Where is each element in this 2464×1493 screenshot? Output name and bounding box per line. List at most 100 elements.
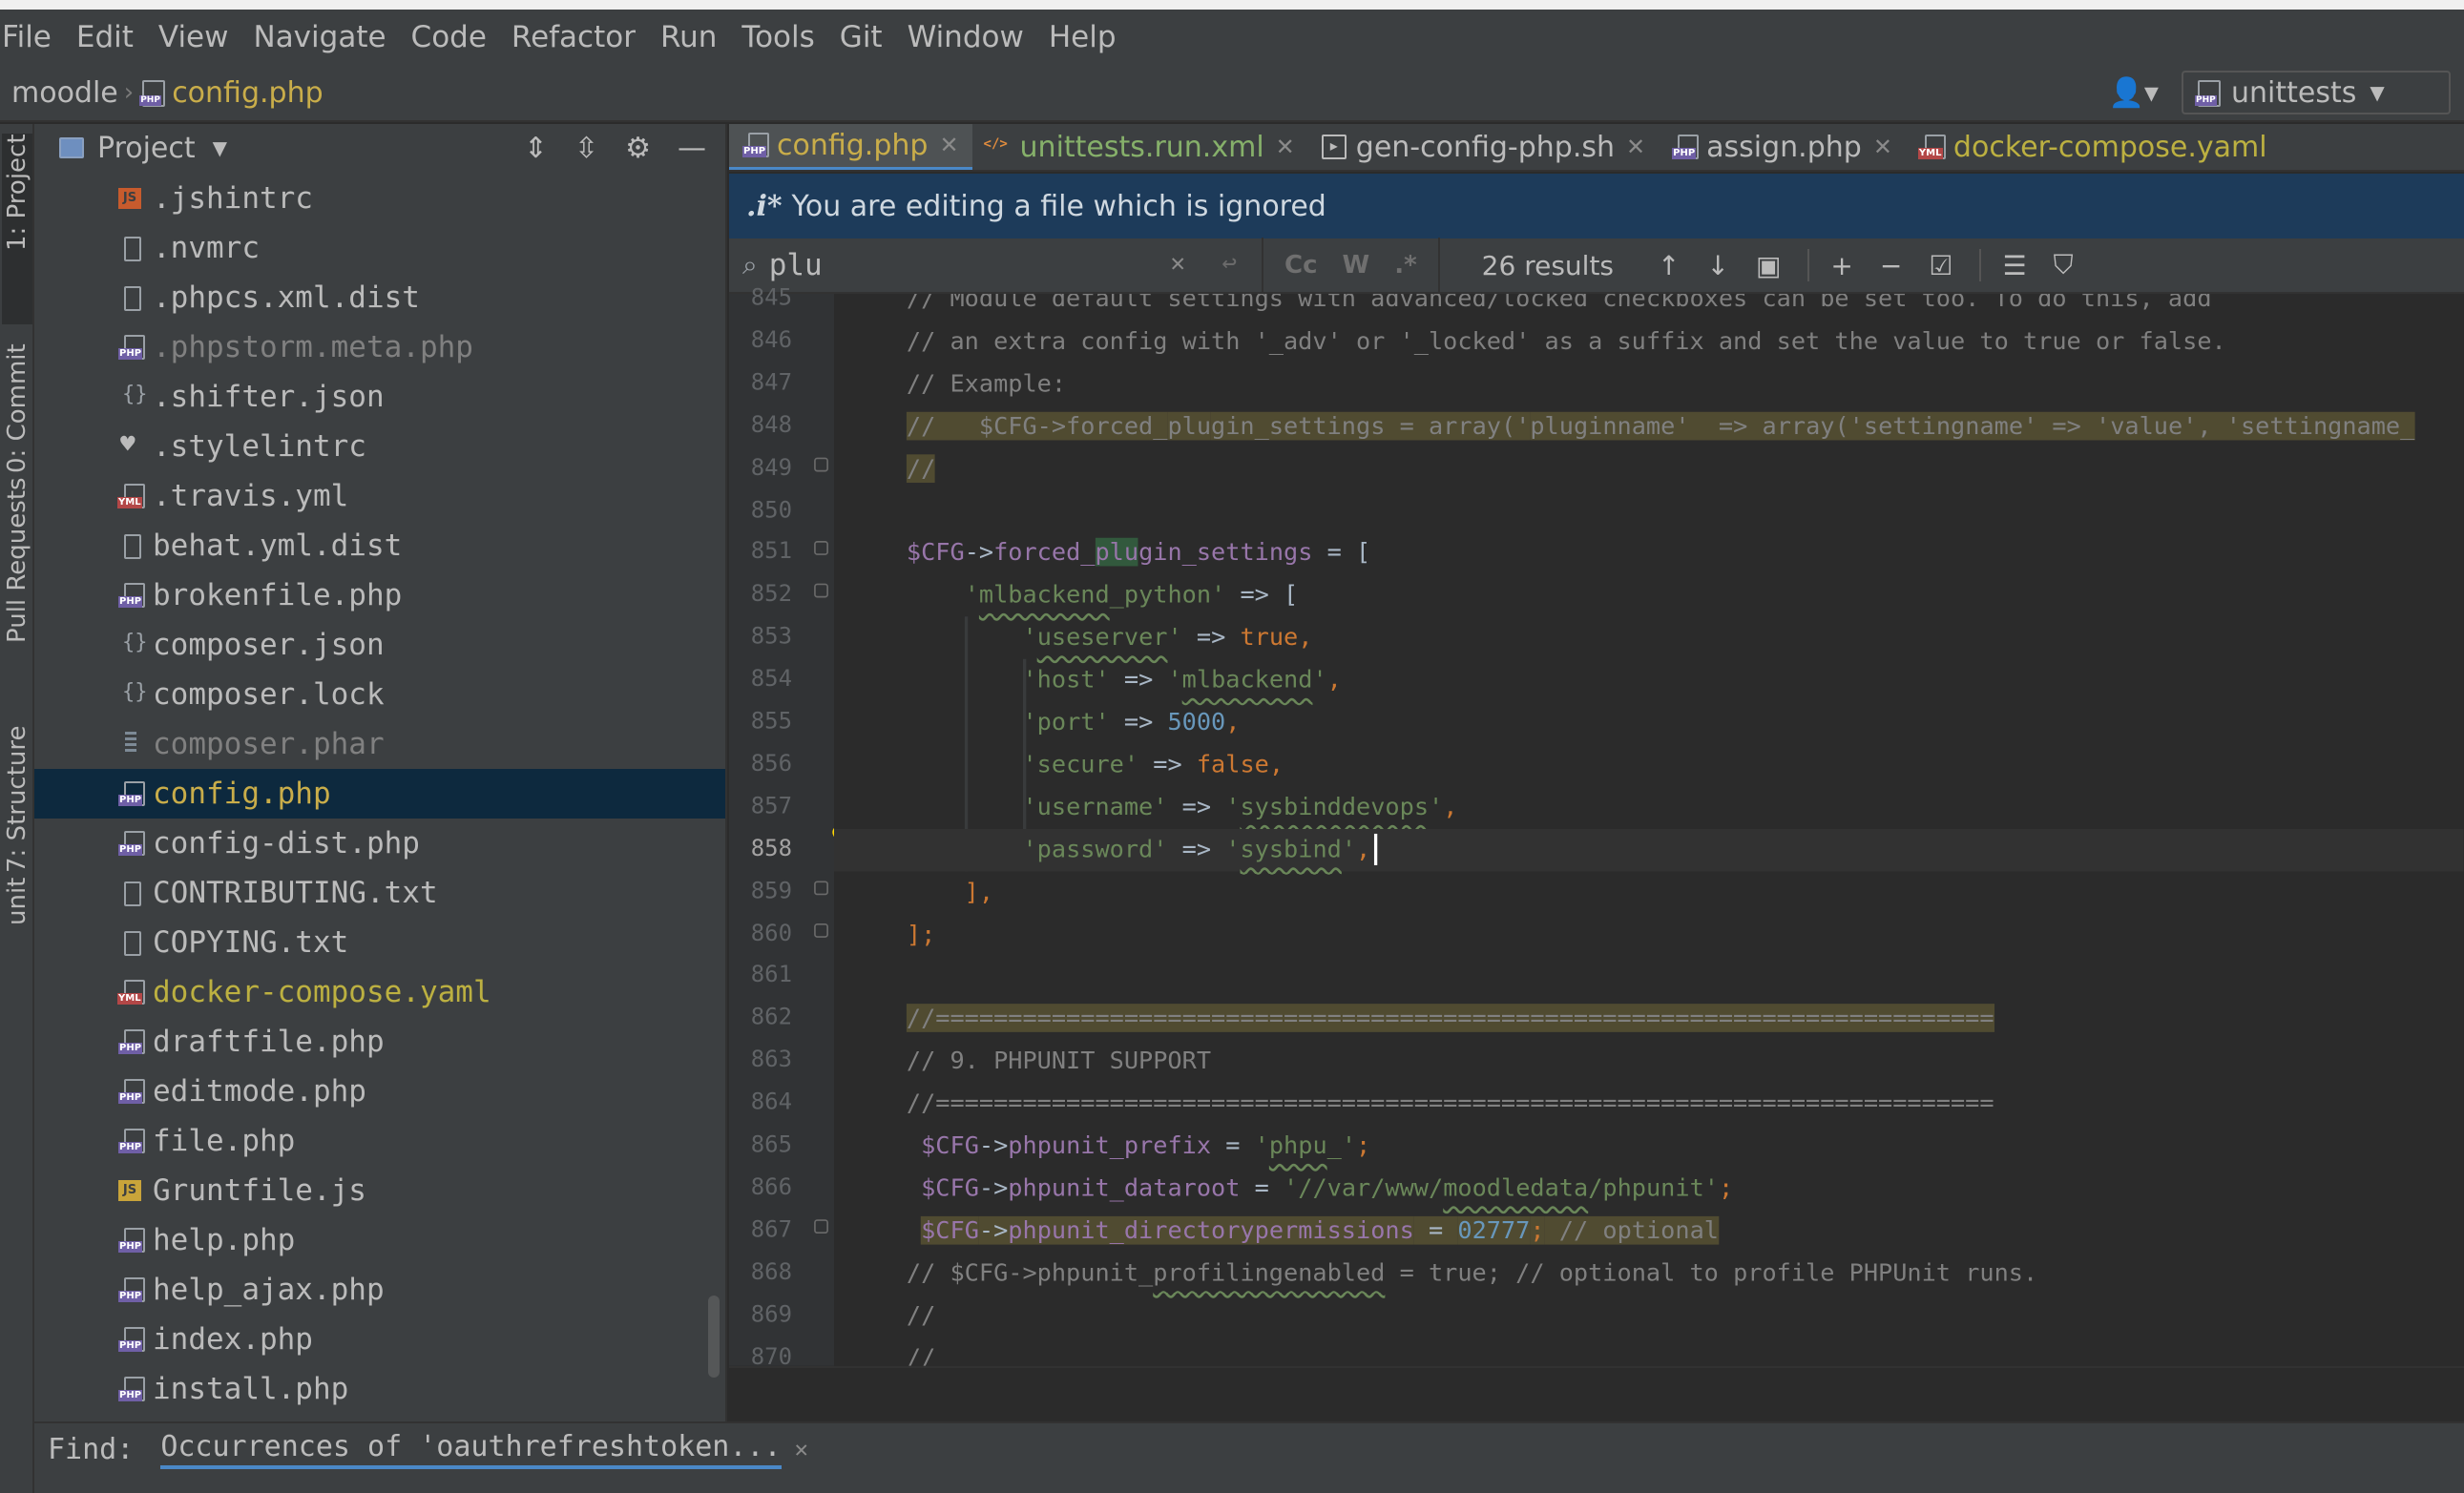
hide-panel-icon[interactable]: — [678, 132, 706, 165]
clear-icon[interactable]: ✕ [1170, 249, 1185, 278]
tool-window-structure[interactable]: 7: Structure [2, 725, 32, 873]
search-icon[interactable]: ⌕ [742, 249, 758, 281]
code-line: // [907, 1295, 935, 1337]
project-tree-item[interactable]: config-dist.php [34, 819, 725, 868]
project-tree-item[interactable]: brokenfile.php [34, 570, 725, 620]
expand-all-icon[interactable]: ⇕ [524, 132, 548, 165]
project-tree-item[interactable]: editmode.php [34, 1067, 725, 1116]
project-scrollbar[interactable] [708, 1296, 720, 1378]
run-configuration-selector[interactable]: unittests ▼ [2182, 71, 2451, 114]
project-tree-item[interactable]: help_ajax.php [34, 1265, 725, 1315]
fold-marker-icon[interactable] [814, 923, 828, 938]
project-tree-item[interactable]: docker-compose.yaml [34, 967, 725, 1017]
user-account-icon[interactable]: 👤▾ [2109, 76, 2159, 110]
tool-window-project[interactable]: 1: Project [2, 134, 32, 324]
menu-edit[interactable]: Edit [76, 20, 134, 54]
project-tree-item[interactable]: help.php [34, 1215, 725, 1265]
tool-window-pull-requests[interactable]: Pull Requests [2, 477, 32, 643]
editor-tab[interactable]: gen-config-php.sh ✕ [1308, 124, 1659, 170]
menu-help[interactable]: Help [1049, 20, 1117, 54]
tool-window-bottom[interactable]: unit [2, 878, 32, 925]
close-tab-icon[interactable]: ✕ [1626, 134, 1645, 160]
chevron-down-icon[interactable]: ▼ [213, 136, 227, 159]
match-case-toggle[interactable]: Cc [1284, 251, 1318, 280]
filter-icon[interactable]: ⛉ [2054, 249, 2074, 281]
menu-code[interactable]: Code [411, 20, 487, 54]
menu-window[interactable]: Window [908, 20, 1024, 54]
project-tree-item[interactable]: composer.json [34, 620, 725, 670]
project-tree-item[interactable]: config.php [34, 769, 725, 819]
text-file-icon [116, 283, 145, 312]
menu-tools[interactable]: Tools [741, 20, 814, 54]
breadcrumb-file[interactable]: config.php [172, 76, 323, 110]
project-tree-item[interactable]: file.php [34, 1116, 725, 1166]
close-icon[interactable]: ✕ [795, 1436, 808, 1462]
show-all-icon[interactable]: ▣ [1756, 250, 1781, 281]
editor-tab[interactable]: unittests.run.xml ✕ [972, 124, 1308, 170]
menu-view[interactable]: View [158, 20, 229, 54]
project-tree-item-label: file.php [153, 1124, 296, 1158]
menu-navigate[interactable]: Navigate [254, 20, 386, 54]
line-number: 848 [750, 412, 792, 439]
regex-toggle[interactable]: .* [1394, 251, 1416, 280]
code-line: $CFG->phpunit_dataroot = '//var/www/mood… [907, 1168, 1733, 1210]
menu-git[interactable]: Git [840, 20, 883, 54]
fold-marker-icon[interactable] [814, 456, 828, 471]
previous-occurrence-icon[interactable]: ↑ [1658, 250, 1680, 281]
fold-marker-icon[interactable] [814, 584, 828, 598]
php-file-icon [2195, 79, 2222, 107]
breadcrumb-project[interactable]: moodle [11, 76, 118, 110]
filter-options-icon[interactable]: ☰ [2002, 250, 2026, 281]
project-tree-item[interactable]: CONTRIBUTING.txt [34, 868, 725, 918]
fold-marker-icon[interactable] [814, 541, 828, 556]
new-line-icon[interactable]: ↩ [1222, 249, 1237, 278]
project-tree-item[interactable]: COPYING.txt [34, 918, 725, 967]
menu-run[interactable]: Run [660, 20, 717, 54]
menu-refactor[interactable]: Refactor [512, 20, 636, 54]
project-tree-item[interactable]: .nvmrc [34, 223, 725, 273]
project-tree-item[interactable]: composer.phar [34, 719, 725, 769]
project-panel-title[interactable]: Project [97, 132, 196, 165]
code-line: // $CFG->forced_plugin_settings = array(… [906, 405, 2415, 447]
close-tab-icon[interactable]: ✕ [1276, 134, 1295, 160]
fold-marker-icon[interactable] [814, 880, 828, 895]
editor-tab[interactable]: docker-compose.yaml [1906, 124, 2281, 170]
whole-words-toggle[interactable]: W [1343, 251, 1370, 280]
close-tab-icon[interactable]: ✕ [1873, 134, 1892, 160]
project-tree-item[interactable]: install.php [34, 1364, 725, 1414]
code-token: = [1211, 1130, 1255, 1160]
select-all-occurrences-icon[interactable]: ☑ [1929, 250, 1952, 281]
project-tree-item[interactable]: .stylelintrc [34, 422, 725, 471]
project-tree-item[interactable]: .travis.yml [34, 471, 725, 521]
project-tree-item[interactable]: Gruntfile.js [34, 1166, 725, 1215]
collapse-all-icon[interactable]: ⇳ [574, 132, 598, 165]
php-file-icon [139, 79, 166, 107]
project-tree-item[interactable]: .phpstorm.meta.php [34, 322, 725, 372]
fold-marker-icon[interactable] [814, 1218, 828, 1234]
gear-icon[interactable]: ⚙ [625, 132, 651, 165]
next-occurrence-icon[interactable]: ↓ [1706, 250, 1728, 281]
code-token: ' [1254, 1130, 1269, 1160]
code-line: 'password' => 'sysbind', [907, 828, 1377, 870]
project-tree-item[interactable]: index.php [34, 1315, 725, 1364]
find-input[interactable] [768, 248, 1189, 282]
project-tree-item[interactable]: .shifter.json [34, 372, 725, 422]
project-tree-item[interactable]: draftfile.php [34, 1017, 725, 1067]
code-line: $CFG->phpunit_directorypermissions = 027… [907, 1210, 1719, 1252]
find-tool-tab[interactable]: Occurrences of 'oauthrefreshtoken... [160, 1430, 782, 1469]
remove-occurrence-icon[interactable]: − [1880, 250, 1902, 281]
project-tree-item[interactable]: composer.lock [34, 670, 725, 719]
project-tree-item[interactable]: .phpcs.xml.dist [34, 273, 725, 322]
tool-window-commit[interactable]: 0: Commit [2, 343, 32, 473]
menu-file[interactable]: File [2, 20, 52, 54]
close-tab-icon[interactable]: ✕ [939, 132, 958, 158]
add-occurrence-icon[interactable]: + [1830, 250, 1852, 281]
project-tree-item[interactable]: .jshintrc [34, 174, 725, 223]
project-tree-item[interactable]: behat.yml.dist [34, 521, 725, 570]
json-file-icon [116, 680, 148, 709]
editor-tab[interactable]: config.php ✕ [729, 124, 972, 170]
code-token: // [906, 453, 936, 483]
code-editor[interactable]: // Module default settings with advanced… [834, 294, 2464, 1366]
editor-tab[interactable]: assign.php ✕ [1659, 124, 1906, 170]
